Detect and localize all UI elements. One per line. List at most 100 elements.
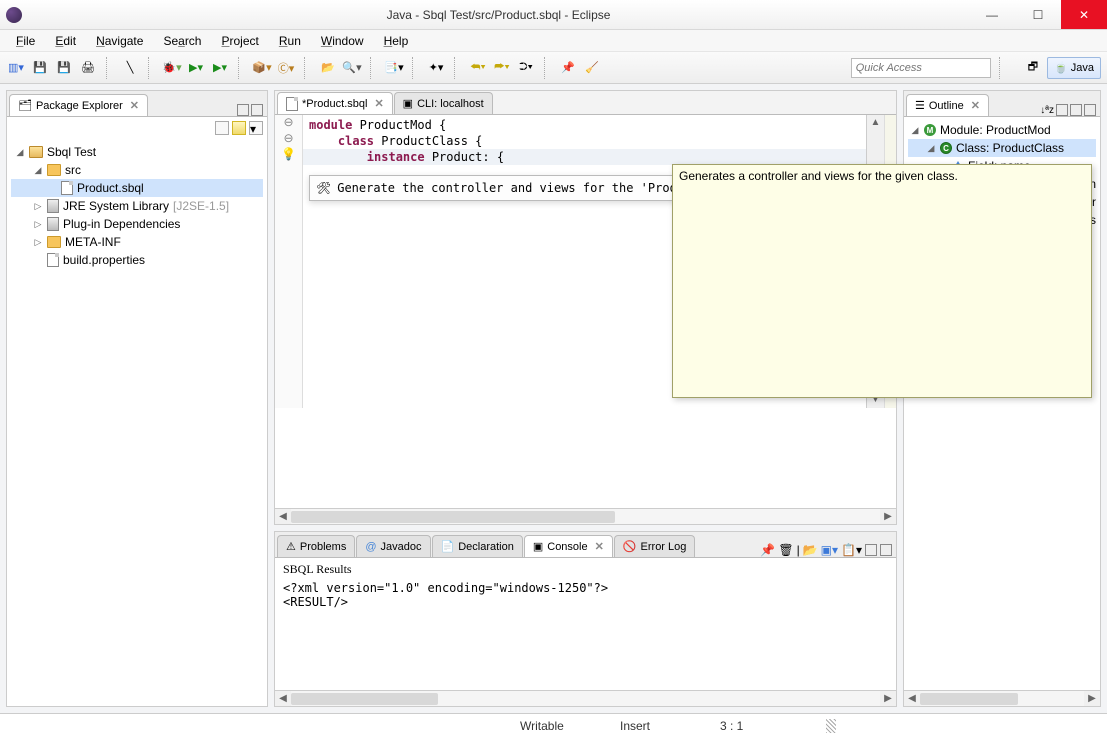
tree-jre[interactable]: ▷ JRE System Library [J2SE-1.5] xyxy=(11,197,263,215)
library-icon xyxy=(47,217,59,231)
open-perspective-button[interactable]: 🗗 xyxy=(1021,57,1045,79)
menu-run[interactable]: Run xyxy=(269,32,311,50)
open-console-button[interactable]: 📂 xyxy=(803,543,818,557)
link-button[interactable] xyxy=(1056,104,1068,116)
quick-access-input[interactable] xyxy=(851,58,991,78)
status-bar: Writable Insert 3 : 1 xyxy=(0,713,1107,737)
pin-button[interactable]: 📌 xyxy=(558,58,578,78)
editor-tab-cli[interactable]: ▣ CLI: localhost xyxy=(394,92,493,114)
menu-edit[interactable]: Edit xyxy=(45,32,86,50)
debug-button[interactable]: 🐞▾ xyxy=(162,58,182,78)
tab-console[interactable]: ▣Console✕ xyxy=(524,535,613,557)
expand-icon[interactable]: ◢ xyxy=(33,165,43,176)
close-icon[interactable]: ✕ xyxy=(130,99,139,112)
tree-meta-inf[interactable]: ▷ META-INF xyxy=(11,233,263,251)
pin-console-button[interactable]: 📌 xyxy=(760,543,775,557)
eclipse-icon xyxy=(6,7,22,23)
new-button[interactable]: ▥▾ xyxy=(6,58,26,78)
console-hscroll[interactable]: ◀▶ xyxy=(275,690,896,706)
new-class-button[interactable]: Ⓒ▾ xyxy=(276,58,296,78)
menu-navigate[interactable]: Navigate xyxy=(86,32,153,50)
library-icon xyxy=(47,199,59,213)
quickfix-bulb-icon[interactable]: 💡 xyxy=(281,147,296,163)
expand-icon[interactable]: ▷ xyxy=(33,237,43,248)
toggle-mark-button[interactable]: 📑▾ xyxy=(384,58,404,78)
quickfix-icon: 🛠 xyxy=(316,180,331,196)
close-icon[interactable]: ✕ xyxy=(374,97,383,110)
editor-tab-product[interactable]: *Product.sbql ✕ xyxy=(277,92,393,114)
declaration-icon: 📄 xyxy=(441,540,455,553)
menu-project[interactable]: Project xyxy=(211,32,268,50)
back-button[interactable]: ⮪▾ xyxy=(468,58,488,78)
menu-file[interactable]: File xyxy=(6,32,45,50)
file-icon xyxy=(47,253,59,267)
console-icon: ▣ xyxy=(533,540,543,553)
clear-console-button[interactable]: 🗑 xyxy=(778,543,793,557)
maximize-view-button[interactable] xyxy=(1084,104,1096,116)
expand-icon[interactable]: ◢ xyxy=(926,143,936,154)
search-button[interactable]: 🔍▾ xyxy=(342,58,362,78)
java-perspective-button[interactable]: 🍵 Java xyxy=(1047,57,1101,79)
tab-javadoc[interactable]: @Javadoc xyxy=(356,535,430,557)
new-package-button[interactable]: 📦▾ xyxy=(252,58,272,78)
status-grip xyxy=(826,719,836,733)
outline-icon: ☰ xyxy=(915,99,925,112)
console-output[interactable]: SBQL Results <?xml version="1.0" encodin… xyxy=(275,558,896,690)
expand-icon[interactable]: ◢ xyxy=(15,147,25,158)
close-icon[interactable]: ✕ xyxy=(971,99,980,112)
save-all-button[interactable]: 💾 xyxy=(54,58,74,78)
nav-prev-button[interactable]: ✦▾ xyxy=(426,58,446,78)
tab-errorlog[interactable]: 🚫Error Log xyxy=(614,535,696,557)
maximize-view-button[interactable] xyxy=(251,104,263,116)
outline-tab[interactable]: ☰ Outline ✕ xyxy=(906,94,989,116)
menu-bar: File Edit Navigate Search Project Run Wi… xyxy=(0,30,1107,52)
open-type-button[interactable]: 📂 xyxy=(318,58,338,78)
run-last-button[interactable]: ▶▾ xyxy=(210,58,230,78)
display-console-button[interactable]: ▣▾ xyxy=(821,543,838,557)
java-icon: 🍵 xyxy=(1054,61,1068,74)
file-icon xyxy=(286,97,298,111)
tree-plugin-deps[interactable]: ▷ Plug-in Dependencies xyxy=(11,215,263,233)
outline-hscroll[interactable]: ◀▶ xyxy=(904,690,1100,706)
project-icon xyxy=(29,146,43,158)
main-toolbar: ▥▾ 💾 💾 🖨 ╲ 🐞▾ ▶▾ ▶▾ 📦▾ Ⓒ▾ 📂 🔍▾ 📑▾ ✦▾ ⮪▾ … xyxy=(0,52,1107,84)
expand-icon[interactable]: ◢ xyxy=(910,125,920,136)
wand-button[interactable]: ╲ xyxy=(120,58,140,78)
package-explorer-icon: 🗂 xyxy=(18,99,32,112)
minimize-view-button[interactable] xyxy=(237,104,249,116)
menu-search[interactable]: Search xyxy=(153,32,211,50)
tab-declaration[interactable]: 📄Declaration xyxy=(432,535,523,557)
close-icon[interactable]: ✕ xyxy=(595,540,604,553)
tab-problems[interactable]: ⚠Problems xyxy=(277,535,355,557)
minimize-view-button[interactable] xyxy=(1070,104,1082,116)
minimize-button[interactable]: — xyxy=(969,0,1015,29)
menu-help[interactable]: Help xyxy=(374,32,419,50)
new-console-button[interactable]: 📋▾ xyxy=(841,543,862,557)
status-insert: Insert xyxy=(596,719,666,733)
collapse-all-button[interactable] xyxy=(215,121,229,135)
close-button[interactable]: ✕ xyxy=(1061,0,1107,29)
expand-icon[interactable]: ▷ xyxy=(33,219,43,230)
goto-button[interactable]: ⮊▾ xyxy=(516,58,536,78)
editor-hscroll[interactable]: ◀▶ xyxy=(275,508,896,524)
run-button[interactable]: ▶▾ xyxy=(186,58,206,78)
package-explorer-tree[interactable]: ◢ Sbql Test ◢ src Product.sbql ▷ JRE Sys… xyxy=(7,139,267,706)
maximize-button[interactable]: ☐ xyxy=(1015,0,1061,29)
outline-class[interactable]: ◢ C Class: ProductClass xyxy=(908,139,1096,157)
save-button[interactable]: 💾 xyxy=(30,58,50,78)
expand-icon[interactable]: ▷ xyxy=(33,201,43,212)
tree-build-props[interactable]: build.properties xyxy=(11,251,263,269)
tree-file-product[interactable]: Product.sbql xyxy=(11,179,263,197)
maximize-view-button[interactable] xyxy=(880,544,892,556)
view-menu-button[interactable]: ▾ xyxy=(249,121,263,135)
minimize-view-button[interactable] xyxy=(865,544,877,556)
menu-window[interactable]: Window xyxy=(311,32,374,50)
link-editor-button[interactable] xyxy=(232,121,246,135)
editor-ruler[interactable]: ⊖ ⊖ 💡 xyxy=(275,115,303,408)
forward-button[interactable]: ⮫▾ xyxy=(492,58,512,78)
sort-button[interactable]: ↓ªz xyxy=(1040,105,1054,116)
folder-icon xyxy=(47,164,61,176)
package-explorer-tab[interactable]: 🗂 Package Explorer ✕ xyxy=(9,94,148,116)
broom-button[interactable]: 🧹 xyxy=(582,58,602,78)
print-button[interactable]: 🖨 xyxy=(78,58,98,78)
